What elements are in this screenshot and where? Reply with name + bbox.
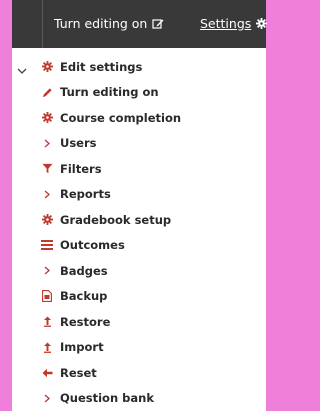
navbar: Turn editing on Settings: [12, 0, 268, 48]
menu-item-label: Edit settings: [60, 59, 143, 74]
menu-item-edit-settings[interactable]: Edit settings: [12, 54, 266, 80]
gear-icon: [41, 61, 53, 73]
menu-item-label: Question bank: [60, 391, 154, 406]
menu-item-label: Reports: [60, 187, 111, 202]
menu-item-gradebook-setup[interactable]: Gradebook setup: [12, 207, 266, 233]
menu-item-label: Outcomes: [60, 238, 125, 253]
list-icon: [41, 239, 53, 251]
menu-item-label: Course completion: [60, 110, 182, 125]
gear-icon: [256, 18, 268, 29]
pencil-icon: [41, 86, 53, 98]
menu-item-users[interactable]: Users: [12, 131, 266, 157]
navbar-divider: [42, 0, 43, 48]
file-icon: [41, 290, 53, 303]
chevron-right-icon: [41, 137, 53, 149]
menu-item-backup[interactable]: Backup: [12, 284, 266, 310]
menu-item-restore[interactable]: Restore: [12, 309, 266, 335]
menu-item-question-bank[interactable]: Question bank: [12, 386, 266, 411]
menu-item-label: Reset: [60, 365, 97, 380]
settings-label: Settings: [200, 16, 252, 31]
turn-editing-on-link[interactable]: Turn editing on: [54, 16, 164, 31]
menu-item-reset[interactable]: Reset: [12, 360, 266, 386]
menu-item-label: Backup: [60, 289, 108, 304]
menu-item-label: Gradebook setup: [60, 212, 172, 227]
menu-item-label: Users: [60, 136, 97, 151]
gear-icon: [41, 214, 53, 226]
upload-icon: [41, 341, 53, 353]
menu-item-badges[interactable]: Badges: [12, 258, 266, 284]
menu-item-turn-editing-on[interactable]: Turn editing on: [12, 80, 266, 106]
menu-item-filters[interactable]: Filters: [12, 156, 266, 182]
turn-editing-on-label: Turn editing on: [54, 16, 148, 31]
menu-item-label: Import: [60, 340, 104, 355]
upload-icon: [41, 316, 53, 328]
chevron-right-icon: [41, 188, 53, 200]
settings-menu-link[interactable]: Settings: [200, 16, 268, 31]
settings-menu: Edit settings Turn editing on Course compl…: [12, 54, 266, 411]
chevron-right-icon: [41, 265, 53, 277]
menu-item-import[interactable]: Import: [12, 335, 266, 361]
menu-item-reports[interactable]: Reports: [12, 182, 266, 208]
filter-icon: [41, 163, 53, 175]
chevron-right-icon: [41, 392, 53, 404]
menu-item-label: Filters: [60, 161, 102, 176]
menu-item-course-completion[interactable]: Course completion: [12, 105, 266, 131]
menu-item-label: Turn editing on: [60, 85, 159, 100]
menu-item-label: Badges: [60, 263, 108, 278]
menu-item-label: Restore: [60, 314, 111, 329]
edit-icon: [152, 18, 164, 30]
arrow-left-icon: [41, 367, 53, 379]
gear-icon: [41, 112, 53, 124]
menu-item-outcomes[interactable]: Outcomes: [12, 233, 266, 259]
